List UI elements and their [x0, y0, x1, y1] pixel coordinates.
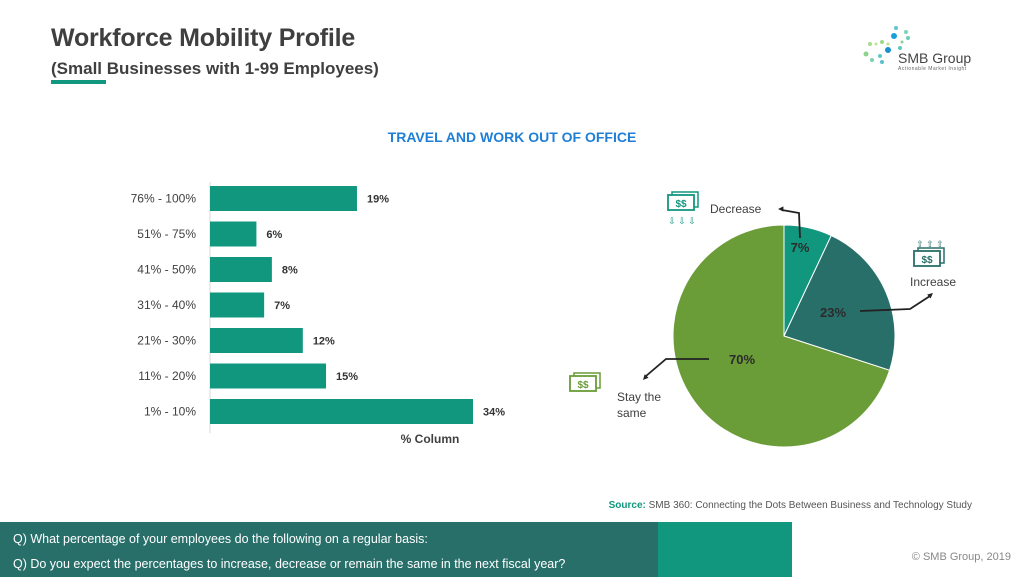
copyright: © SMB Group, 2019 [911, 551, 1011, 563]
svg-text:$$: $$ [577, 380, 589, 391]
bar [210, 221, 257, 247]
bar-category-label: 76% - 100% [131, 192, 197, 206]
bar-category-label: 31% - 40% [137, 298, 196, 312]
bar-category-label: 1% - 10% [144, 405, 196, 419]
pie-value-label: 7% [791, 240, 810, 255]
bar-category-label: 11% - 20% [138, 369, 196, 383]
bar [210, 363, 327, 389]
money-decrease-icon: $$ [667, 191, 699, 211]
bar-value-label: 7% [274, 300, 290, 312]
bar [210, 292, 265, 318]
bar-value-label: 34% [483, 407, 505, 419]
charts-canvas: 76% - 100% 19% 51% - 75% 6% 41% - 50% 8% 31% -… [131, 182, 956, 448]
bar-value-label: 19% [367, 194, 389, 206]
svg-text:$$: $$ [675, 199, 687, 210]
source-text: SMB 360: Connecting the Dots Between Bus… [648, 500, 972, 511]
legend-increase: Increase [910, 275, 956, 289]
bar [210, 257, 272, 282]
bar-category-label: 41% - 50% [137, 263, 196, 277]
bar-category-label: 51% - 75% [137, 227, 196, 241]
bar-value-label: 8% [282, 265, 298, 277]
bar-value-label: 12% [313, 336, 335, 348]
arrow-head-icon [778, 206, 784, 212]
bar-axis-title: % Column [401, 432, 460, 446]
legend-stay-line-1: Stay the [617, 390, 661, 404]
pie-value-label: 23% [820, 305, 846, 320]
svg-text:$$: $$ [921, 255, 933, 266]
money-increase-icon: $$ [913, 247, 945, 267]
bar-value-label: 15% [336, 371, 358, 383]
down-arrow-icon: ⇩ [678, 217, 686, 227]
money-stay-icon: $$ [569, 372, 601, 392]
source-label: Source: [608, 500, 646, 511]
footer-question-2: Q) Do you expect the percentages to incr… [13, 557, 566, 571]
pie-chart: 7% 23% 70% [672, 224, 896, 448]
bar-category-label: 21% - 30% [137, 334, 196, 348]
up-arrow-icon: ⇧ [936, 240, 944, 250]
bar-value-label: 6% [266, 229, 282, 241]
source-note: Source: SMB 360: Connecting the Dots Bet… [609, 500, 972, 511]
down-arrow-icon: ⇩ [688, 217, 696, 227]
footer-accent-band [658, 522, 792, 577]
legend-stay-line-2: same [617, 406, 647, 420]
up-arrow-icon: ⇧ [926, 240, 934, 250]
legend-decrease: Decrease [710, 202, 762, 216]
down-arrow-icon: ⇩ [668, 217, 676, 227]
bar [210, 399, 473, 424]
bar [210, 186, 357, 211]
bar-chart: 76% - 100% 19% 51% - 75% 6% 41% - 50% 8% 31% -… [131, 182, 505, 446]
up-arrow-icon: ⇧ [916, 240, 924, 250]
pie-value-label: 70% [729, 352, 755, 367]
bar [210, 328, 303, 353]
footer-question-1: Q) What percentage of your employees do … [13, 532, 428, 546]
